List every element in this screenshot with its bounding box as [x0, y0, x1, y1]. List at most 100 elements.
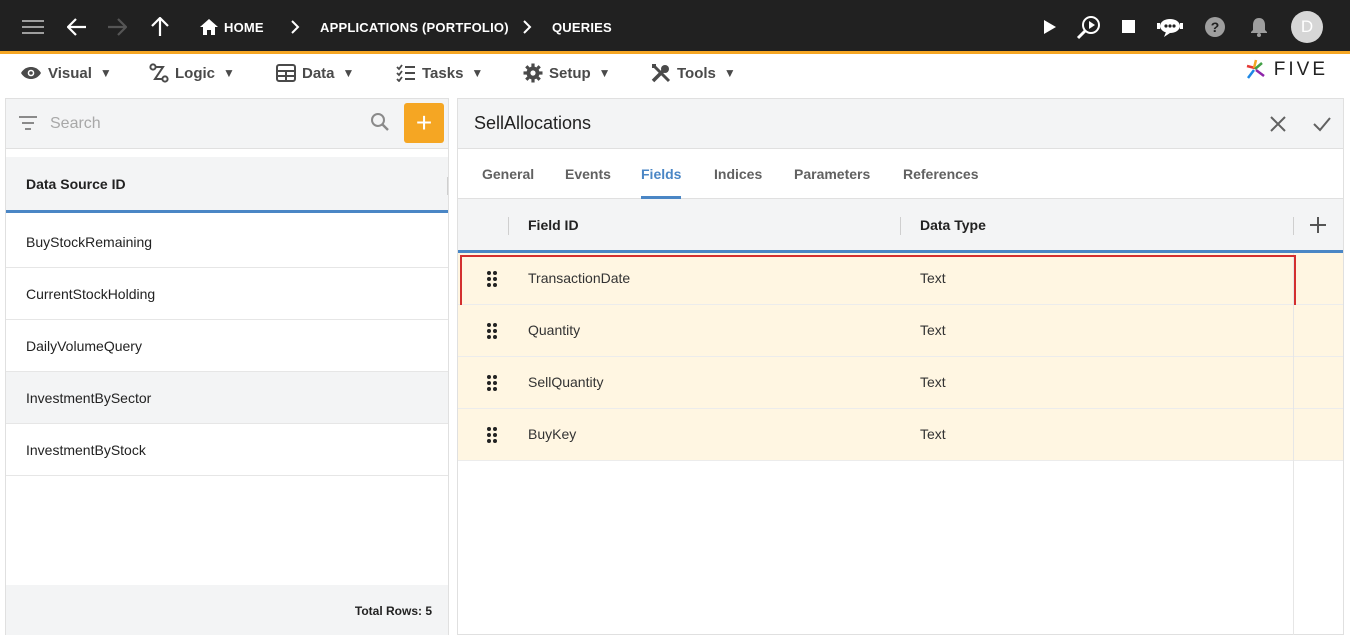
list-item[interactable]: BuyStockRemaining	[6, 216, 448, 268]
list-item[interactable]: InvestmentByStock	[6, 424, 448, 476]
chevron-right-icon	[514, 14, 540, 40]
list-item[interactable]: CurrentStockHolding	[6, 268, 448, 320]
tab-references[interactable]: References	[903, 149, 979, 199]
menu-tasks[interactable]: Tasks ▼	[396, 54, 483, 92]
avatar: D	[1291, 11, 1323, 43]
menu-data[interactable]: Data ▼	[276, 54, 354, 92]
search-icon	[371, 113, 389, 131]
tab-fields[interactable]: Fields	[641, 149, 682, 199]
drag-handle-icon	[487, 427, 497, 443]
chat-bot-button[interactable]	[1157, 0, 1183, 54]
drag-handle[interactable]	[486, 270, 498, 293]
drag-handle[interactable]	[486, 374, 498, 397]
plus-icon	[1310, 217, 1326, 233]
search-button[interactable]	[370, 112, 390, 137]
data-source-list-panel: + Data Source ID BuyStockRemaining Curre…	[5, 98, 449, 635]
table-row[interactable]: Quantity Text	[458, 305, 1343, 357]
table-row[interactable]: SellQuantity Text	[458, 357, 1343, 409]
forward-button[interactable]	[104, 0, 130, 54]
column-divider	[1293, 253, 1294, 305]
menu-button[interactable]	[20, 0, 46, 54]
column-divider	[1293, 305, 1294, 357]
menu-logic[interactable]: Logic ▼	[149, 54, 235, 92]
tab-parameters[interactable]: Parameters	[794, 149, 870, 199]
help-button[interactable]: ?	[1202, 0, 1228, 54]
tab-events[interactable]: Events	[565, 149, 611, 199]
tools-icon	[651, 63, 671, 83]
data-source-list: BuyStockRemaining CurrentStockHolding Da…	[6, 216, 448, 476]
dropdown-caret: ▼	[723, 66, 736, 80]
menu-setup-label: Setup	[549, 64, 591, 82]
cell-field-id: Quantity	[528, 322, 581, 338]
close-button[interactable]	[1266, 112, 1290, 141]
record-detail-panel: SellAllocations General Events Fields In…	[457, 98, 1344, 635]
breadcrumb-home-label: HOME	[224, 19, 264, 35]
cell-data-type: Text	[920, 322, 946, 338]
search-input[interactable]	[50, 111, 360, 137]
column-header-data-type[interactable]: Data Type	[920, 217, 986, 233]
five-logo: FIVE	[1244, 58, 1328, 82]
menu-tools[interactable]: Tools ▼	[651, 54, 736, 92]
breadcrumb-separator	[514, 0, 540, 54]
cell-field-id: BuyKey	[528, 426, 577, 442]
up-button[interactable]	[147, 0, 173, 54]
menu-tools-label: Tools	[677, 64, 716, 82]
checklist-icon	[396, 64, 415, 82]
add-field-button[interactable]	[1306, 213, 1330, 242]
tab-indices[interactable]: Indices	[714, 149, 762, 199]
run-button[interactable]	[1037, 0, 1063, 54]
debug-search-icon	[1076, 14, 1102, 40]
column-header-field-id[interactable]: Field ID	[528, 217, 579, 233]
user-avatar-button[interactable]: D	[1291, 0, 1323, 54]
gear-icon	[523, 63, 543, 83]
notifications-button[interactable]	[1246, 0, 1272, 54]
record-header: SellAllocations	[458, 99, 1343, 149]
add-record-button[interactable]: +	[404, 103, 444, 143]
dropdown-caret: ▼	[223, 66, 235, 80]
dropdown-caret: ▼	[99, 66, 112, 80]
list-item[interactable]: DailyVolumeQuery	[6, 320, 448, 372]
chat-bot-icon	[1157, 14, 1183, 40]
drag-handle[interactable]	[486, 426, 498, 449]
save-button[interactable]	[1310, 112, 1334, 141]
logo-text: FIVE	[1273, 59, 1328, 80]
breadcrumb-queries[interactable]: QUERIES	[552, 0, 612, 54]
search-bar: +	[6, 99, 448, 149]
up-arrow-icon	[147, 14, 173, 40]
column-divider	[900, 217, 901, 235]
table-row[interactable]: BuyKey Text	[458, 409, 1343, 461]
table-row[interactable]: TransactionDate Text	[458, 253, 1343, 307]
bell-icon	[1246, 14, 1272, 40]
column-divider	[447, 177, 448, 195]
tab-fields-label: Fields	[641, 166, 682, 182]
svg-text:?: ?	[1211, 19, 1220, 35]
debug-button[interactable]	[1076, 0, 1102, 54]
filter-button[interactable]	[18, 111, 38, 140]
stop-button[interactable]	[1116, 0, 1142, 54]
column-divider	[1293, 409, 1294, 461]
breadcrumb-home[interactable]: HOME	[196, 0, 264, 54]
column-divider	[508, 217, 509, 235]
list-item[interactable]: InvestmentBySector	[6, 372, 448, 424]
filter-icon	[19, 116, 37, 130]
drag-handle-icon	[487, 271, 497, 287]
menu-setup[interactable]: Setup ▼	[523, 54, 611, 92]
drag-handle-icon	[487, 323, 497, 339]
tab-general[interactable]: General	[482, 149, 534, 199]
check-icon	[1313, 117, 1331, 132]
home-icon	[196, 14, 222, 40]
close-icon	[1270, 116, 1286, 132]
drag-handle[interactable]	[486, 322, 498, 345]
dropdown-caret: ▼	[598, 66, 611, 80]
back-button[interactable]	[64, 0, 90, 54]
back-arrow-icon	[64, 14, 90, 40]
cell-data-type: Text	[920, 426, 946, 442]
breadcrumb-applications[interactable]: APPLICATIONS (PORTFOLIO)	[320, 0, 509, 54]
menu-visual[interactable]: Visual ▼	[20, 54, 112, 92]
list-column-header[interactable]: Data Source ID	[6, 157, 448, 213]
breadcrumb-separator	[282, 0, 308, 54]
fields-grid: TransactionDate Text Quantity Text SellQ…	[458, 253, 1343, 461]
help-icon: ?	[1202, 14, 1228, 40]
drag-handle-icon	[487, 375, 497, 391]
logic-flow-icon	[149, 63, 169, 83]
